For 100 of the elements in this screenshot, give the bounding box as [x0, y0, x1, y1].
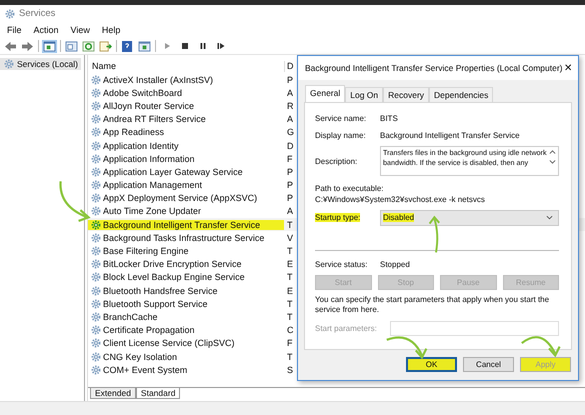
dialog-title: Background Intelligent Transfer Service Properties (Local Computer) [305, 63, 562, 73]
table-cell-text: T [286, 352, 292, 362]
dialog-button[interactable]: Cancel [463, 357, 514, 372]
column-header[interactable]: D [284, 61, 294, 72]
gear-icon [91, 338, 101, 348]
table-cell-text: P [286, 166, 294, 177]
tab[interactable]: Recovery [383, 87, 430, 102]
tab[interactable]: Log On [345, 87, 384, 102]
field-label: Startup type: [315, 213, 360, 222]
gear-icon [91, 232, 101, 243]
service-row[interactable]: Andrea RT Filters Service [88, 114, 284, 124]
table-cell-text: D [286, 140, 294, 151]
export-icon[interactable] [99, 40, 112, 52]
service-row[interactable]: App Readiness [88, 127, 284, 138]
gear-icon [5, 8, 15, 18]
view-tab[interactable]: Extended [90, 388, 136, 399]
dialog-button[interactable]: OK [406, 357, 457, 372]
field-value: Background Intelligent Transfer Service [380, 131, 520, 140]
service-row[interactable]: Application Information [88, 154, 284, 164]
service-row[interactable]: Client License Service (ClipSVC) [88, 338, 284, 348]
service-row[interactable]: AllJoyn Router Service [88, 100, 284, 111]
service-row[interactable]: Application Layer Gateway Service [88, 166, 284, 177]
caret-icon [546, 215, 553, 220]
service-row[interactable]: ActiveX Installer (AxInstSV) [88, 74, 284, 85]
gear-icon [91, 166, 101, 177]
stop-icon[interactable] [180, 41, 190, 51]
tab[interactable]: General [305, 85, 346, 102]
scroll-arrows-icon[interactable] [549, 148, 556, 166]
gear-icon [91, 286, 101, 296]
window-icon[interactable] [138, 40, 151, 52]
back-icon[interactable] [4, 40, 17, 52]
gear-icon [91, 180, 101, 190]
field-label: Service status: [315, 260, 368, 269]
input-field[interactable] [390, 321, 559, 336]
hint-text: You can specify the start parameters that apply when you start the service from here. [315, 295, 550, 315]
table-cell-text: T [286, 220, 292, 230]
table-cell-text: T [286, 298, 292, 309]
gear-icon [91, 114, 101, 124]
service-row[interactable]: Application Identity [88, 140, 284, 151]
gear-icon [91, 140, 101, 151]
gear-icon [91, 352, 101, 362]
gear-icon [4, 59, 14, 69]
service-row[interactable]: COM+ Event System [88, 364, 284, 375]
gear-icon [91, 312, 101, 322]
service-row[interactable]: Bluetooth Support Service [88, 298, 284, 309]
view-tab[interactable]: Standard [136, 388, 180, 399]
gear-icon [91, 259, 101, 270]
service-row[interactable]: Block Level Backup Engine Service [88, 272, 284, 282]
resume-icon[interactable] [216, 41, 226, 51]
table-cell-text: P [286, 74, 294, 85]
console-tree-icon[interactable] [43, 40, 56, 52]
menu-item[interactable]: View [70, 25, 90, 35]
gear-icon [91, 193, 101, 204]
gear-icon [91, 127, 101, 138]
table-cell-text: E [286, 259, 294, 270]
table-cell-text: A [286, 114, 294, 124]
menu-item[interactable]: Action [34, 25, 59, 35]
service-row[interactable]: AppX Deployment Service (AppXSVC) [88, 193, 284, 204]
table-cell-text: V [286, 232, 294, 243]
table-cell-text: R [286, 100, 294, 111]
menu-item[interactable]: File [7, 25, 22, 35]
close-button[interactable]: ✕ [564, 62, 572, 74]
table-cell-text: T [286, 246, 292, 256]
service-row[interactable]: Background Intelligent Transfer Service [88, 220, 284, 230]
gear-icon [91, 154, 101, 164]
field-label: Display name: [315, 131, 367, 140]
dropdown-value: Disabled [383, 213, 414, 222]
tree-item[interactable]: Services (Local) [0, 58, 81, 70]
service-row[interactable]: Certificate Propagation [88, 325, 284, 336]
service-row[interactable]: Auto Time Zone Updater [88, 206, 284, 216]
service-row[interactable]: BitLocker Drive Encryption Service [88, 259, 284, 270]
startup-type-dropdown[interactable]: Disabled [380, 210, 559, 226]
field-label: Start parameters: [315, 324, 378, 333]
table-cell-text: A [286, 206, 294, 216]
gear-icon [91, 74, 101, 85]
gear-icon [91, 206, 101, 216]
table-cell-text: P [286, 180, 294, 190]
field-label: Service name: [315, 114, 368, 123]
service-row[interactable]: Application Management [88, 180, 284, 190]
menu-item[interactable]: Help [102, 25, 120, 35]
column-header[interactable]: Name [88, 61, 284, 72]
help-icon[interactable] [121, 40, 134, 52]
service-row[interactable]: CNG Key Isolation [88, 352, 284, 362]
table-cell-text: F [286, 338, 292, 348]
service-row[interactable]: BranchCache [88, 312, 284, 322]
forward-icon[interactable] [21, 40, 34, 52]
window-title: Services [19, 8, 56, 19]
table-cell-text: F [286, 154, 292, 164]
field-label: Description: [315, 156, 358, 166]
pause-icon[interactable] [198, 41, 208, 51]
refresh-icon[interactable] [82, 40, 95, 52]
window-icon[interactable] [65, 40, 78, 52]
table-cell-text: E [286, 286, 294, 296]
service-row[interactable]: Bluetooth Handsfree Service [88, 286, 284, 296]
table-cell-text: S [286, 364, 294, 375]
play-icon[interactable] [162, 41, 172, 51]
service-row[interactable]: Base Filtering Engine [88, 246, 284, 256]
service-row[interactable]: Background Tasks Infrastructure Service [88, 232, 284, 243]
tab[interactable]: Dependencies [429, 87, 494, 102]
service-row[interactable]: Adobe SwitchBoard [88, 88, 284, 98]
